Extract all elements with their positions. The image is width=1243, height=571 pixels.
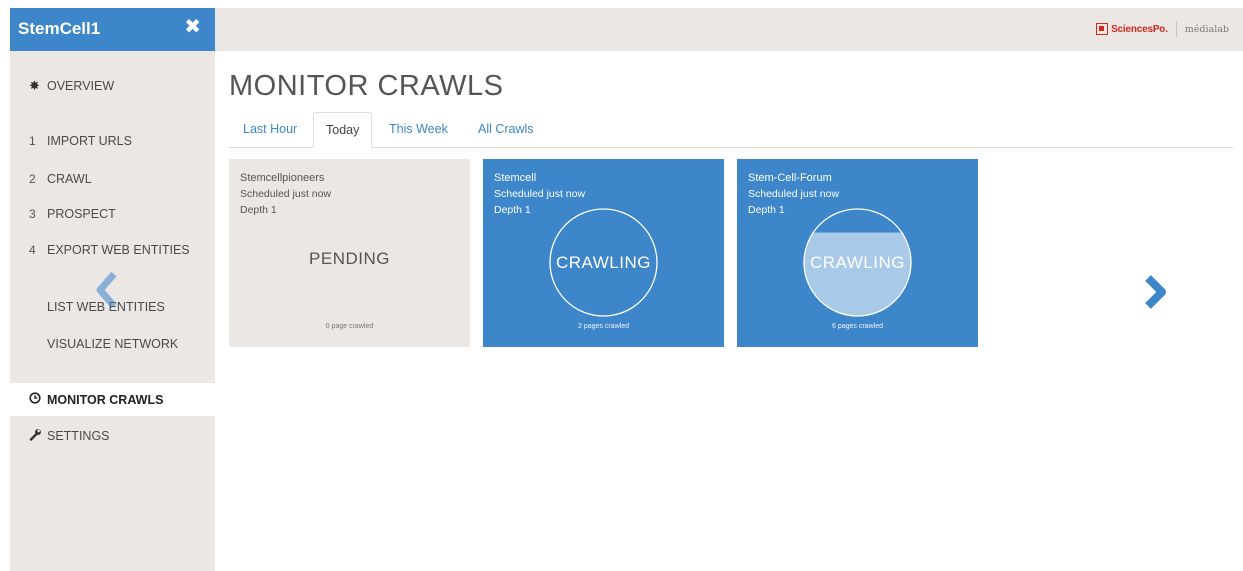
time-range-tabs: Last Hour Today This Week All Crawls [229, 112, 1233, 148]
crawl-scheduled: Scheduled just now [494, 188, 586, 200]
page-title: MONITOR CRAWLS [229, 70, 504, 102]
clock-icon [29, 392, 47, 407]
sidebar-item-settings[interactable]: SETTINGS [10, 421, 215, 451]
sidebar-item-label: PROSPECT [47, 207, 116, 221]
sidebar-item-label: MONITOR CRAWLS [47, 392, 164, 407]
tab-today[interactable]: Today [313, 112, 373, 148]
app-title: StemCell1 [18, 19, 101, 38]
crawl-depth: Depth 1 [748, 204, 785, 216]
sidebar-item-visualize-network[interactable]: VISUALIZE NETWORK [10, 329, 215, 359]
crawl-status: PENDING [309, 249, 390, 268]
crawl-card[interactable]: Stemcellpioneers Scheduled just now Dept… [229, 159, 470, 347]
sidebar-item-label: IMPORT URLS [47, 134, 132, 148]
wrench-icon [29, 428, 47, 444]
crawl-card[interactable]: Stemcell Scheduled just now Depth 1 CRAW… [483, 159, 724, 347]
step-number: 4 [29, 243, 36, 257]
tab-this-week[interactable]: This Week [377, 112, 460, 148]
pages-crawled: 0 page crawled [325, 323, 374, 330]
crawl-depth: Depth 1 [240, 204, 277, 216]
sidebar-item-monitor-crawls[interactable]: MONITOR CRAWLS [10, 383, 215, 416]
sidebar: StemCell1 ✖ ✸ OVERVIEW 1 IMPORT URLS 2 C… [10, 8, 215, 571]
progress-circle: CRAWLING [802, 207, 913, 318]
pages-crawled: 2 pages crawled [578, 323, 629, 330]
sidebar-item-label: OVERVIEW [47, 79, 115, 93]
close-sidebar-button[interactable]: ✖ [184, 17, 201, 37]
chevron-right-icon[interactable] [1140, 272, 1170, 312]
crawl-scheduled: Scheduled just now [240, 188, 332, 200]
step-number: 1 [29, 134, 36, 148]
logo-divider [1175, 21, 1177, 37]
crawl-name: Stemcell [494, 172, 537, 184]
progress-circle: CRAWLING [548, 207, 659, 318]
sidebar-item-label: SETTINGS [47, 429, 110, 443]
step-number: 2 [29, 172, 36, 186]
pages-crawled: 6 pages crawled [832, 323, 883, 330]
crawl-status: CRAWLING [810, 253, 905, 272]
crawl-status: CRAWLING [556, 253, 651, 272]
crawl-card[interactable]: Stem-Cell-Forum Scheduled just now Depth… [737, 159, 978, 347]
tab-last-hour[interactable]: Last Hour [231, 112, 309, 148]
crawl-name: Stem-Cell-Forum [748, 172, 832, 184]
partner-logos: SciencesPo. médialab [1096, 21, 1229, 37]
sidebar-item-import-urls[interactable]: 1 IMPORT URLS [10, 126, 215, 156]
sidebar-item-label: VISUALIZE NETWORK [47, 337, 179, 351]
gear-icon: ✸ [29, 78, 40, 93]
sidebar-item-prospect[interactable]: 3 PROSPECT [10, 199, 215, 229]
medialab-logo: médialab [1184, 23, 1229, 35]
sciencespo-logo: SciencesPo. [1096, 23, 1168, 35]
sciencespo-badge-icon [1096, 23, 1109, 35]
step-number: 3 [29, 207, 36, 221]
top-bar: SciencesPo. médialab [215, 8, 1243, 51]
tab-all-crawls[interactable]: All Crawls [466, 112, 546, 148]
app-window: StemCell1 ✖ ✸ OVERVIEW 1 IMPORT URLS 2 C… [0, 0, 1243, 571]
sidebar-item-crawl[interactable]: 2 CRAWL [10, 164, 215, 194]
sidebar-item-label: CRAWL [47, 172, 92, 186]
crawl-depth: Depth 1 [494, 204, 531, 216]
sidebar-item-export-web-entities[interactable]: 4 EXPORT WEB ENTITIES [10, 235, 215, 265]
brand-bar: StemCell1 ✖ [10, 8, 215, 51]
sidebar-item-label: EXPORT WEB ENTITIES [47, 243, 190, 257]
crawl-name: Stemcellpioneers [240, 172, 325, 184]
chevron-left-icon[interactable] [94, 270, 120, 310]
sidebar-item-overview[interactable]: ✸ OVERVIEW [10, 71, 215, 101]
crawl-scheduled: Scheduled just now [748, 188, 840, 200]
sciencespo-text: SciencesPo. [1111, 23, 1168, 35]
